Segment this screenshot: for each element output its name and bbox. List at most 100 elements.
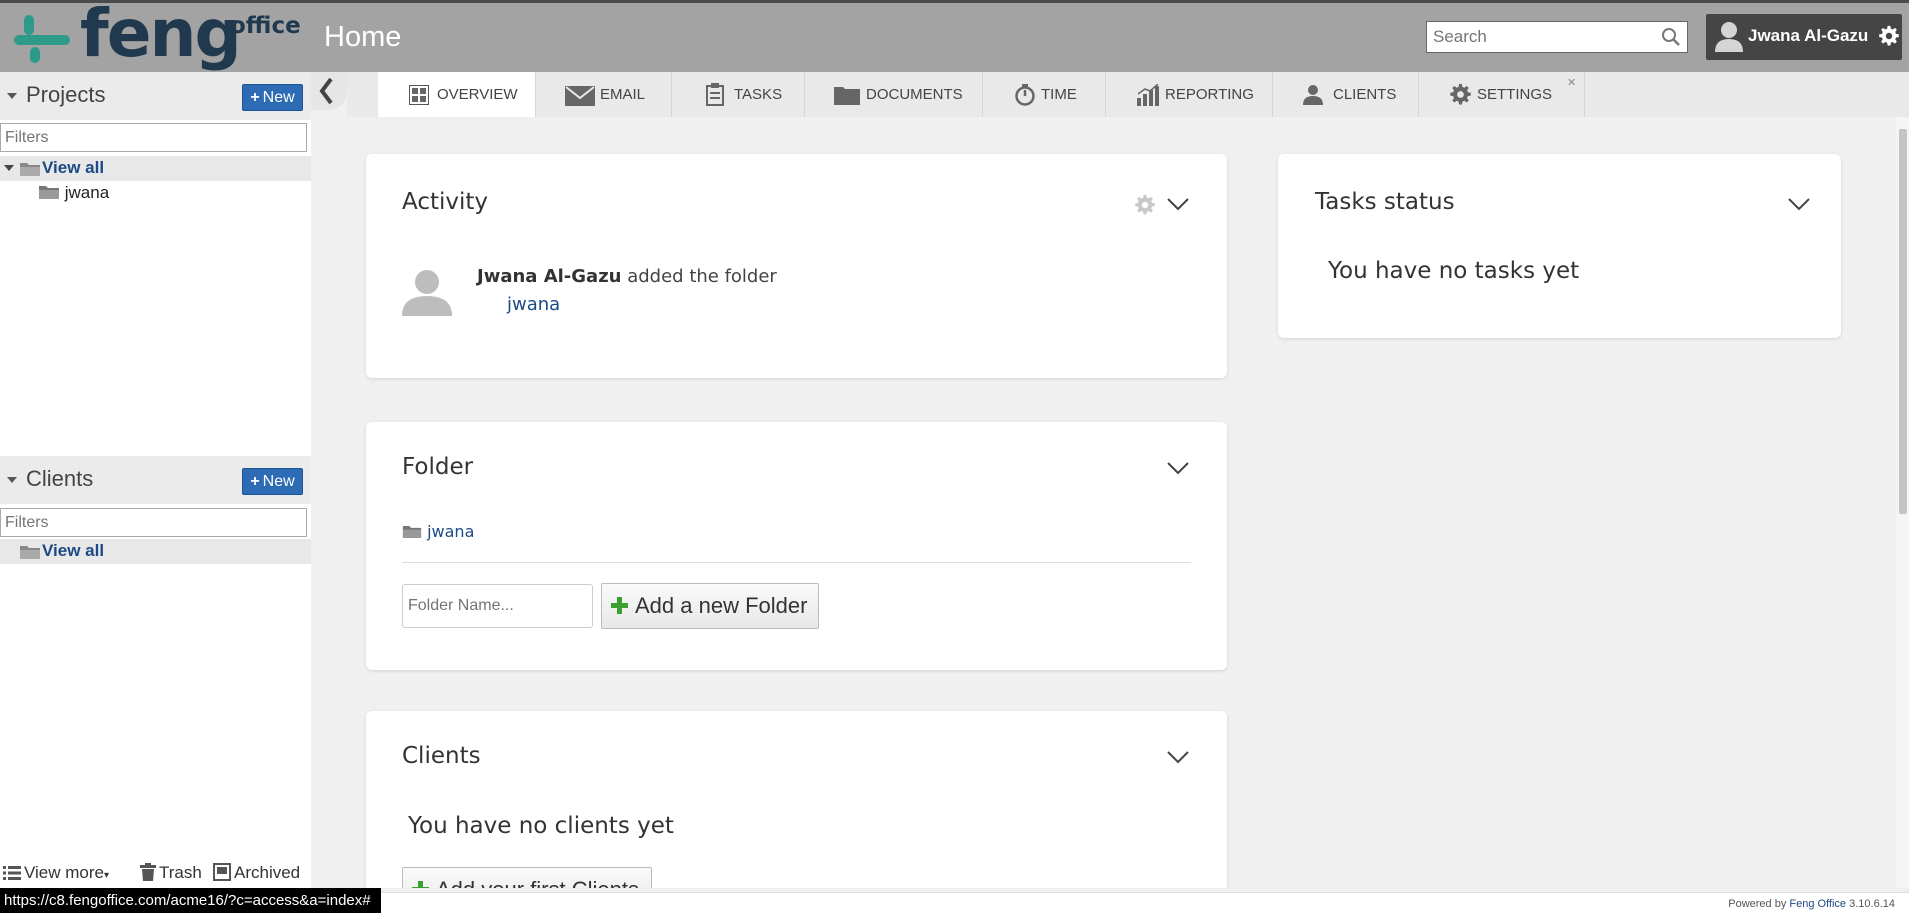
tab-clients-label: CLIENTS bbox=[1333, 86, 1397, 103]
documents-icon bbox=[834, 87, 860, 105]
clients-widget-title: Clients bbox=[402, 743, 481, 769]
folder-item[interactable]: jwana bbox=[402, 522, 474, 541]
close-tab-icon[interactable]: ✕ bbox=[1567, 76, 1576, 89]
activity-widget: Activity Jwana Al-Gazu added the folder … bbox=[366, 154, 1227, 378]
collapse-sidebar-button[interactable] bbox=[311, 72, 347, 110]
powered-brand-link[interactable]: Feng Office bbox=[1789, 898, 1846, 910]
user-avatar-icon bbox=[1714, 20, 1744, 56]
tasks-status-collapse-chevron-icon[interactable] bbox=[1787, 196, 1811, 212]
tab-reporting[interactable]: REPORTING bbox=[1106, 72, 1273, 117]
user-name[interactable]: Jwana Al-Gazu bbox=[1748, 26, 1868, 46]
archived-label: Archived bbox=[234, 863, 301, 882]
collapse-triangle-icon[interactable] bbox=[7, 93, 17, 99]
projects-view-all[interactable]: View all bbox=[0, 156, 311, 181]
list-icon bbox=[3, 866, 21, 880]
folder-icon bbox=[402, 526, 422, 538]
clients-collapse-chevron-icon[interactable] bbox=[1166, 749, 1190, 765]
clients-icon bbox=[1303, 85, 1323, 105]
project-item-jwana[interactable]: jwana bbox=[38, 183, 109, 203]
page-title: Home bbox=[324, 21, 402, 53]
tab-overview-label: OVERVIEW bbox=[437, 86, 518, 103]
folder-icon bbox=[39, 186, 59, 199]
projects-panel-header[interactable]: Projects + New bbox=[0, 72, 311, 120]
view-more-label: View more bbox=[24, 863, 104, 882]
activity-object-link[interactable]: jwana bbox=[507, 294, 560, 315]
email-icon bbox=[565, 86, 595, 106]
folder-name-input[interactable] bbox=[402, 584, 593, 628]
new-project-button[interactable]: + New bbox=[242, 84, 303, 111]
folder-title: Folder bbox=[402, 454, 474, 480]
archived-button[interactable]: Archived bbox=[213, 863, 300, 883]
dropdown-caret-icon: ▾ bbox=[104, 870, 110, 881]
folder-item-label: jwana bbox=[427, 522, 475, 541]
user-avatar-placeholder-icon bbox=[402, 270, 452, 316]
search-icon[interactable] bbox=[1661, 27, 1681, 51]
trash-icon bbox=[140, 863, 156, 881]
add-folder-label: Add a new Folder bbox=[635, 593, 808, 618]
activity-action: added the folder bbox=[627, 266, 777, 287]
content-scrollbar[interactable] bbox=[1896, 117, 1909, 888]
clients-view-all-label: View all bbox=[42, 541, 105, 560]
activity-collapse-chevron-icon[interactable] bbox=[1166, 196, 1190, 212]
plus-icon bbox=[412, 881, 429, 888]
archive-icon bbox=[213, 863, 231, 881]
tab-clients[interactable]: CLIENTS bbox=[1273, 72, 1419, 117]
folder-icon bbox=[20, 546, 40, 559]
tab-documents[interactable]: DOCUMENTS bbox=[805, 72, 983, 117]
clients-panel-header[interactable]: Clients + New bbox=[0, 456, 311, 504]
scrollbar-thumb[interactable] bbox=[1899, 129, 1907, 514]
powered-by: Powered by Feng Office 3.10.6.14 bbox=[1728, 898, 1895, 910]
tab-bar: OVERVIEW EMAIL TASKS DOCUMENTS TIME REPO… bbox=[347, 72, 1909, 117]
overview-icon bbox=[409, 85, 429, 105]
sidebar: Projects +New View all jwana Clients +Ne… bbox=[0, 72, 311, 888]
activity-entry: Jwana Al-Gazu added the folder bbox=[477, 266, 777, 287]
add-folder-button[interactable]: Add a new Folder bbox=[601, 583, 819, 629]
tab-settings[interactable]: SETTINGS bbox=[1419, 72, 1585, 117]
search-box[interactable] bbox=[1426, 21, 1688, 53]
tab-tasks[interactable]: TASKS bbox=[672, 72, 805, 117]
tab-email[interactable]: EMAIL bbox=[536, 72, 672, 117]
activity-title: Activity bbox=[402, 189, 489, 215]
sidebar-footer: View more▾ Trash Archived bbox=[0, 860, 311, 888]
projects-filter-input[interactable] bbox=[0, 123, 307, 152]
tasks-icon bbox=[706, 83, 724, 106]
new-project-label: New bbox=[262, 89, 295, 106]
search-input[interactable] bbox=[1431, 23, 1651, 51]
view-more-button[interactable]: View more▾ bbox=[3, 863, 109, 883]
trash-button[interactable]: Trash bbox=[140, 863, 202, 883]
tab-time[interactable]: TIME bbox=[983, 72, 1106, 117]
divider bbox=[402, 562, 1191, 563]
add-first-client-button[interactable]: Add your first Clients bbox=[402, 867, 652, 888]
version-text: 3.10.6.14 bbox=[1849, 898, 1895, 910]
clients-view-all[interactable]: View all bbox=[0, 539, 311, 564]
activity-options-gear-icon[interactable] bbox=[1134, 194, 1156, 216]
user-settings-gear-icon[interactable] bbox=[1878, 25, 1900, 51]
tasks-status-title: Tasks status bbox=[1315, 189, 1455, 215]
activity-user[interactable]: Jwana Al-Gazu bbox=[477, 266, 621, 287]
tab-overview[interactable]: OVERVIEW bbox=[378, 72, 536, 117]
logo-sub: office bbox=[230, 13, 301, 39]
plus-icon bbox=[611, 597, 628, 614]
clients-title: Clients bbox=[26, 466, 94, 491]
clients-empty-text: You have no clients yet bbox=[408, 813, 674, 839]
logo-word: feng bbox=[80, 0, 242, 72]
clients-widget: Clients You have no clients yet Add your… bbox=[366, 711, 1227, 888]
collapse-triangle-icon[interactable] bbox=[7, 477, 17, 483]
status-bar-url: https://c8.fengoffice.com/acme16/?c=acce… bbox=[0, 888, 381, 913]
time-icon bbox=[1015, 84, 1035, 106]
new-client-label: New bbox=[262, 473, 295, 490]
chevron-left-icon bbox=[319, 77, 333, 105]
tab-documents-label: DOCUMENTS bbox=[866, 86, 963, 103]
user-menu[interactable]: Jwana Al-Gazu bbox=[1706, 14, 1902, 60]
folder-icon bbox=[20, 163, 40, 176]
powered-prefix: Powered by bbox=[1728, 898, 1787, 910]
tab-time-label: TIME bbox=[1041, 86, 1077, 103]
reporting-icon bbox=[1137, 84, 1159, 106]
clients-filter-input[interactable] bbox=[0, 508, 307, 537]
tab-tasks-label: TASKS bbox=[734, 86, 783, 103]
add-first-client-label: Add your first Clients bbox=[436, 868, 639, 888]
header: feng office Home Jwana Al-Gazu bbox=[0, 0, 1909, 72]
folder-collapse-chevron-icon[interactable] bbox=[1166, 460, 1190, 476]
expand-triangle-icon[interactable] bbox=[4, 165, 14, 171]
new-client-button[interactable]: + New bbox=[242, 468, 303, 495]
